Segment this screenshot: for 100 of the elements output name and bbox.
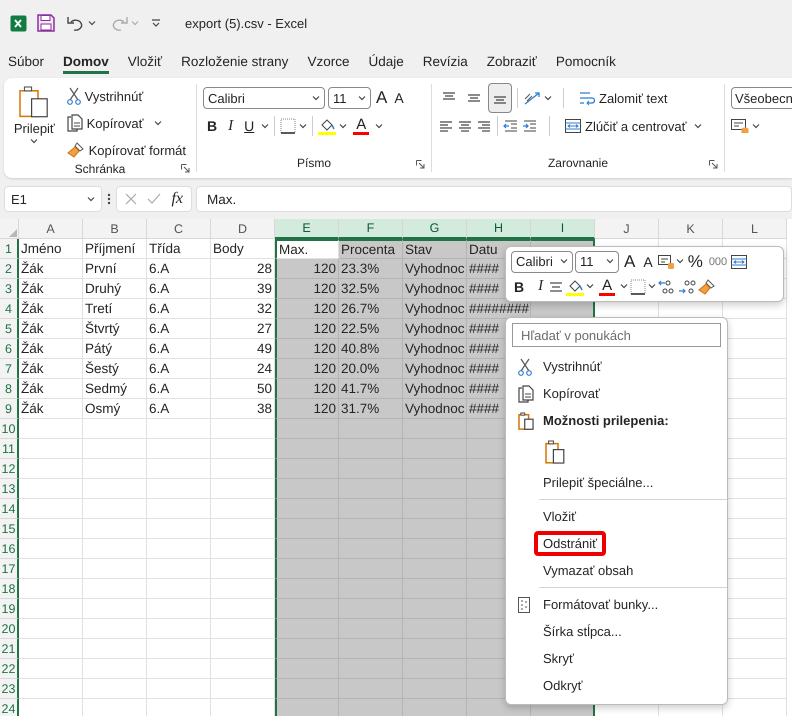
ribbon-tab[interactable]: Súbor (8, 50, 44, 74)
dialog-launcher-icon[interactable] (181, 164, 190, 173)
row-header[interactable]: 3 (0, 279, 19, 299)
borders-icon[interactable] (280, 118, 296, 134)
sheet-cell[interactable] (275, 619, 339, 639)
sheet-cell[interactable] (275, 459, 339, 479)
menu-item[interactable]: Skryť (506, 645, 727, 672)
row-header[interactable]: 9 (0, 399, 19, 419)
caret-icon[interactable] (620, 284, 628, 289)
font-name-select[interactable]: Calibri (203, 87, 325, 109)
row-header[interactable]: 6 (0, 339, 19, 359)
wrap-text-button[interactable]: Zalomiť text (575, 86, 672, 110)
caret-icon[interactable] (586, 284, 594, 289)
row-header[interactable]: 21 (0, 639, 19, 659)
ribbon-tab[interactable]: Vložiť (128, 50, 162, 74)
cancel-icon[interactable] (125, 193, 137, 205)
sheet-cell[interactable] (275, 499, 339, 519)
menu-item[interactable]: Odkryť (506, 672, 727, 699)
menu-item[interactable]: Prilepiť špeciálne... (506, 469, 727, 496)
ribbon-tab[interactable]: Vzorce (307, 50, 350, 74)
column-header[interactable]: B (83, 219, 147, 239)
ribbon-tab[interactable]: Pomocník (556, 50, 616, 74)
caret-icon[interactable] (339, 124, 348, 128)
row-header[interactable]: 24 (0, 699, 19, 716)
formula-input[interactable]: Max. (196, 186, 792, 212)
font-size-select[interactable]: 11 (328, 87, 371, 109)
sheet-cell[interactable] (275, 659, 339, 679)
menu-item[interactable]: Formátovať bunky... (506, 591, 727, 618)
shrink-font-button[interactable]: A (392, 86, 406, 110)
ribbon-tab[interactable]: Rozloženie strany (181, 50, 288, 74)
column-header[interactable]: C (147, 219, 211, 239)
copy-button[interactable]: Kopírovať (62, 111, 148, 135)
decrease-indent-icon[interactable] (503, 119, 519, 133)
excel-icon[interactable] (10, 14, 27, 32)
ribbon-tab[interactable]: Domov (63, 50, 109, 74)
row-header[interactable]: 7 (0, 359, 19, 379)
paste-text-button[interactable] (545, 440, 565, 464)
fill-color-icon[interactable] (566, 278, 584, 296)
search-field[interactable]: Hľadať v ponukách (512, 323, 721, 347)
column-header[interactable]: H (467, 219, 531, 239)
row-header[interactable]: 12 (0, 459, 19, 479)
row-header[interactable]: 13 (0, 479, 19, 499)
increase-decimal-icon[interactable] (658, 278, 676, 294)
column-header[interactable]: D (211, 219, 275, 239)
enter-icon[interactable] (147, 193, 162, 205)
menu-item[interactable]: Vymazať obsah (506, 557, 727, 584)
align-center-icon[interactable] (548, 280, 564, 294)
customize-icon[interactable] (151, 19, 161, 27)
row-header[interactable]: 20 (0, 619, 19, 639)
shrink-font-button[interactable]: A (640, 250, 656, 273)
caret-icon[interactable] (648, 284, 656, 289)
row-header[interactable]: 8 (0, 379, 19, 399)
row-header[interactable]: 18 (0, 579, 19, 599)
ribbon-tab[interactable]: Údaje (368, 50, 404, 74)
menu-item[interactable]: Odstrániť (506, 530, 727, 557)
sheet-cell[interactable] (275, 539, 339, 559)
thousands-button[interactable]: 000 (706, 250, 730, 273)
column-header[interactable]: J (595, 219, 659, 239)
bold-button[interactable]: B (203, 114, 222, 138)
caret-icon[interactable] (676, 259, 684, 264)
sheet-cell[interactable] (275, 519, 339, 539)
align-center-icon[interactable] (457, 119, 473, 133)
sheet-cell[interactable] (275, 479, 339, 499)
percent-button[interactable]: % (686, 250, 705, 273)
more-icon[interactable] (106, 192, 112, 206)
underline-button[interactable]: U (240, 114, 258, 138)
caret-icon[interactable] (375, 124, 384, 128)
font-size-select[interactable]: 11 (575, 250, 619, 272)
row-header[interactable]: 10 (0, 419, 19, 439)
conditional-format-icon[interactable] (731, 118, 749, 134)
menu-item[interactable]: Šírka stĺpca... (506, 618, 727, 645)
grow-font-button[interactable]: A (621, 250, 638, 273)
ribbon-tab[interactable]: Zobraziť (486, 50, 537, 74)
column-header[interactable]: E (275, 219, 339, 239)
font-name-select[interactable]: Calibri (511, 250, 573, 272)
sheet-cell[interactable] (275, 579, 339, 599)
column-header[interactable]: F (339, 219, 403, 239)
grow-font-button[interactable]: A (374, 86, 390, 110)
row-header[interactable]: 1 (0, 239, 19, 259)
sheet-cell[interactable] (275, 419, 339, 439)
fill-color-icon[interactable] (318, 117, 336, 135)
orientation-icon[interactable] (523, 90, 541, 106)
sheet-cell[interactable] (275, 559, 339, 579)
row-header[interactable]: 14 (0, 499, 19, 519)
row-header[interactable]: 17 (0, 559, 19, 579)
caret-icon[interactable] (694, 124, 702, 128)
column-header[interactable]: A (19, 219, 83, 239)
italic-button[interactable]: I (535, 275, 546, 298)
sheet-cell[interactable] (275, 679, 339, 699)
number-format-select[interactable]: Všeobecn (731, 87, 792, 109)
row-header[interactable]: 2 (0, 259, 19, 279)
borders-icon[interactable] (630, 278, 646, 294)
caret-icon[interactable] (261, 124, 270, 128)
font-color-button[interactable]: A (350, 114, 372, 138)
dialog-launcher-icon[interactable] (416, 160, 425, 169)
row-header[interactable]: 19 (0, 599, 19, 619)
font-color-button[interactable]: A (596, 275, 618, 298)
caret-icon[interactable] (299, 124, 308, 128)
sheet-cell[interactable] (275, 639, 339, 659)
italic-button[interactable]: I (224, 114, 238, 138)
